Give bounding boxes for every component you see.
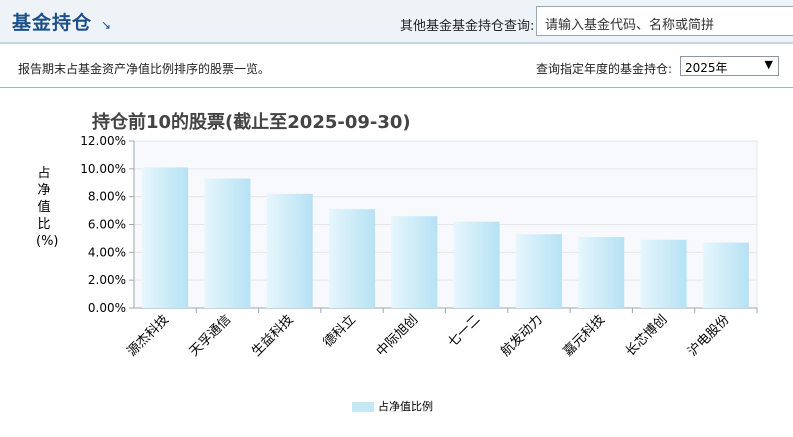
bar [204,178,251,308]
bar [453,221,500,308]
x-tick-label: 嘉元科技 [561,312,608,359]
chart-legend: 占净值比例 [352,398,433,414]
legend-swatch [352,402,374,412]
x-tick-label: 长芯博创 [623,312,670,359]
legend-label: 占净值比例 [378,400,433,413]
bar [640,239,687,308]
y-tick-label: 0.00% [88,301,126,315]
y-tick-label: 4.00% [88,245,126,259]
bar [329,209,376,308]
x-tick-label: 德科立 [321,312,359,350]
x-tick-label: 生益科技 [249,312,296,359]
y-tick-label: 12.00% [80,134,126,148]
bar [266,193,313,308]
bar [391,216,438,308]
bar [578,237,625,308]
y-tick-label: 10.00% [80,162,126,176]
x-tick-label: 天孚通信 [187,312,234,359]
x-tick-label: 源杰科技 [125,312,172,359]
y-tick-label: 6.00% [88,218,126,232]
bar [702,242,749,308]
y-tick-label: 8.00% [88,190,126,204]
bar [515,234,562,308]
x-tick-label: 中际旭创 [374,312,421,359]
bar-chart: 0.00% 2.00% 4.00% 6.00% 8.00% 10.00% 12.00% 源杰科… [80,134,758,360]
x-tick-label: 沪电股份 [685,312,733,360]
y-tick-label: 2.00% [88,273,126,287]
bar [142,167,189,308]
x-tick-label: 七一二 [445,312,483,350]
x-tick-label: 航发动力 [498,312,546,360]
